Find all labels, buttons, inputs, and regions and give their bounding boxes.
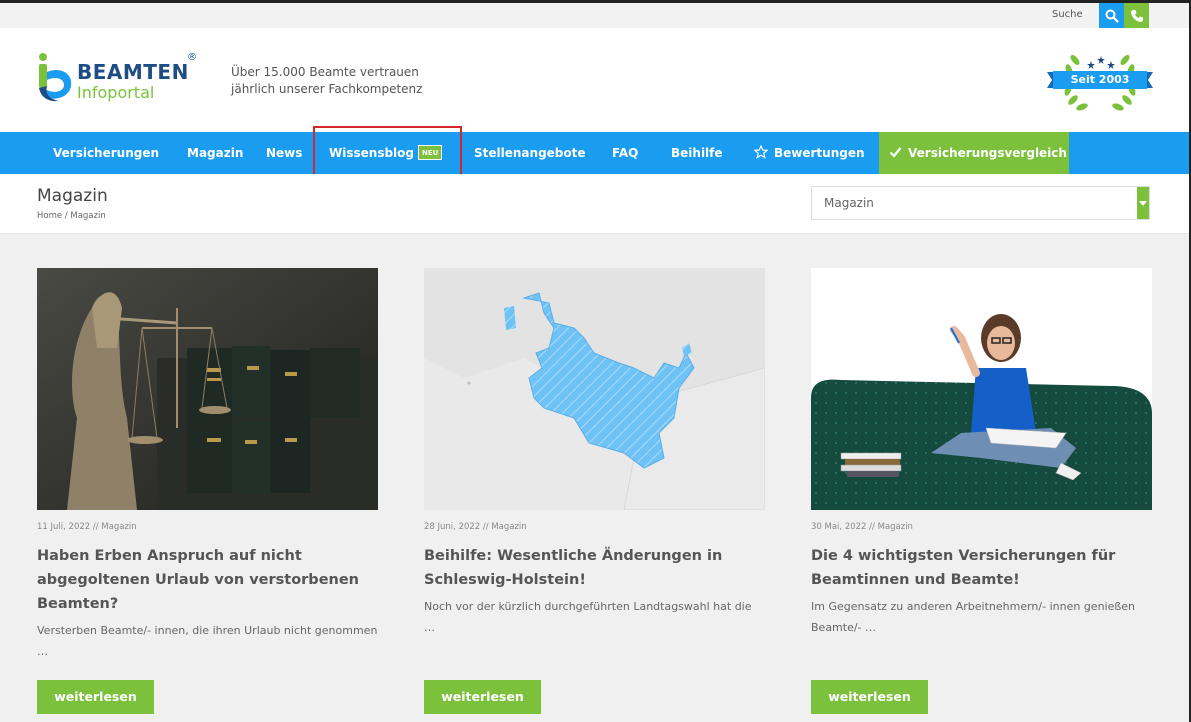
search-icon	[1105, 9, 1119, 23]
top-utility-bar: Suche	[0, 3, 1189, 28]
article-image-map[interactable]	[424, 268, 765, 510]
article-excerpt: Versterben Beamte/- innen, die ihren Url…	[37, 624, 378, 658]
since-badge: Seit 2003	[1047, 42, 1153, 116]
article-excerpt: Im Gegensatz zu anderen Arbeitnehmern/- …	[811, 600, 1136, 634]
badge-text: Seit 2003	[1070, 73, 1130, 86]
tagline-line-1: Über 15.000 Beamte vertrauen	[231, 65, 419, 79]
schleswig-holstein-map-image	[424, 268, 765, 510]
nav-item-versicherungen[interactable]: Versicherungen	[53, 132, 159, 174]
star-outline-icon	[753, 144, 769, 159]
read-more-button[interactable]: weiterlesen	[424, 680, 541, 714]
main-navigation: Versicherungen Magazin News Wissensblog N…	[0, 132, 1189, 174]
header-tagline: Über 15.000 Beamte vertrauen jährlich un…	[231, 64, 422, 98]
caret-down-icon	[1139, 200, 1147, 206]
nav-item-stellenangebote[interactable]: Stellenangebote	[474, 132, 586, 174]
logo-mark-icon	[39, 53, 72, 102]
nav-item-bewertungen[interactable]: Bewertungen	[753, 132, 865, 174]
read-more-button[interactable]: weiterlesen	[37, 680, 154, 714]
nav-item-faq[interactable]: FAQ	[612, 132, 638, 174]
registered-mark: ®	[187, 52, 197, 63]
justitia-statue-image	[37, 268, 378, 510]
nav-item-news[interactable]: News	[266, 132, 302, 174]
checkmark-icon	[889, 147, 902, 158]
breadcrumb[interactable]: Home / Magazin	[37, 211, 106, 221]
article-title[interactable]: Beihilfe: Wesentliche Änderungen in Schl…	[424, 544, 765, 592]
site-logo[interactable]: BEAMTEN Infoportal ®	[35, 52, 200, 104]
article-meta: 28 Juni, 2022 // Magazin	[424, 522, 527, 532]
nav-item-magazin[interactable]: Magazin	[187, 132, 243, 174]
search-button[interactable]	[1099, 3, 1124, 28]
tagline-line-2: jährlich unserer Fachkompetenz	[231, 82, 423, 96]
nav-item-bewertungen-label: Bewertungen	[774, 146, 865, 160]
category-select-value: Magazin	[824, 196, 874, 210]
article-card: 28 Juni, 2022 // Magazin Beihilfe: Wesen…	[424, 268, 765, 638]
category-select[interactable]: Magazin	[811, 186, 1150, 220]
site-header: BEAMTEN Infoportal ® Über 15.000 Beamte …	[0, 28, 1189, 132]
phone-button[interactable]	[1124, 3, 1149, 28]
read-more-button[interactable]: weiterlesen	[811, 680, 928, 714]
logo-title: BEAMTEN	[77, 60, 189, 84]
page-title: Magazin	[37, 186, 108, 206]
article-meta: 30 Mai, 2022 // Magazin	[811, 522, 913, 532]
page-title-bar: Magazin Home / Magazin Magazin	[0, 174, 1189, 234]
search-label[interactable]: Suche	[1052, 9, 1083, 20]
woman-on-sofa-image	[811, 268, 1152, 510]
article-excerpt: Noch vor der kürzlich durchgeführten Lan…	[424, 600, 752, 634]
article-card: 11 Juli, 2022 // Magazin Haben Erben Ans…	[37, 268, 378, 662]
article-image-student[interactable]	[811, 268, 1152, 510]
article-card: 30 Mai, 2022 // Magazin Die 4 wichtigste…	[811, 268, 1152, 638]
select-arrow[interactable]	[1137, 187, 1149, 219]
article-meta: 11 Juli, 2022 // Magazin	[37, 522, 137, 532]
versicherungsvergleich-button[interactable]: Versicherungsvergleich	[879, 132, 1069, 174]
logo-subtitle: Infoportal	[77, 83, 155, 102]
article-title[interactable]: Die 4 wichtigsten Versicherungen für Bea…	[811, 544, 1152, 592]
article-image-justitia[interactable]	[37, 268, 378, 510]
phone-icon	[1130, 9, 1143, 22]
nav-item-beihilfe[interactable]: Beihilfe	[671, 132, 723, 174]
article-title[interactable]: Haben Erben Anspruch auf nicht abgegolte…	[37, 544, 378, 616]
versicherungsvergleich-label: Versicherungsvergleich	[908, 146, 1067, 160]
highlight-box-wissensblog	[313, 126, 462, 179]
